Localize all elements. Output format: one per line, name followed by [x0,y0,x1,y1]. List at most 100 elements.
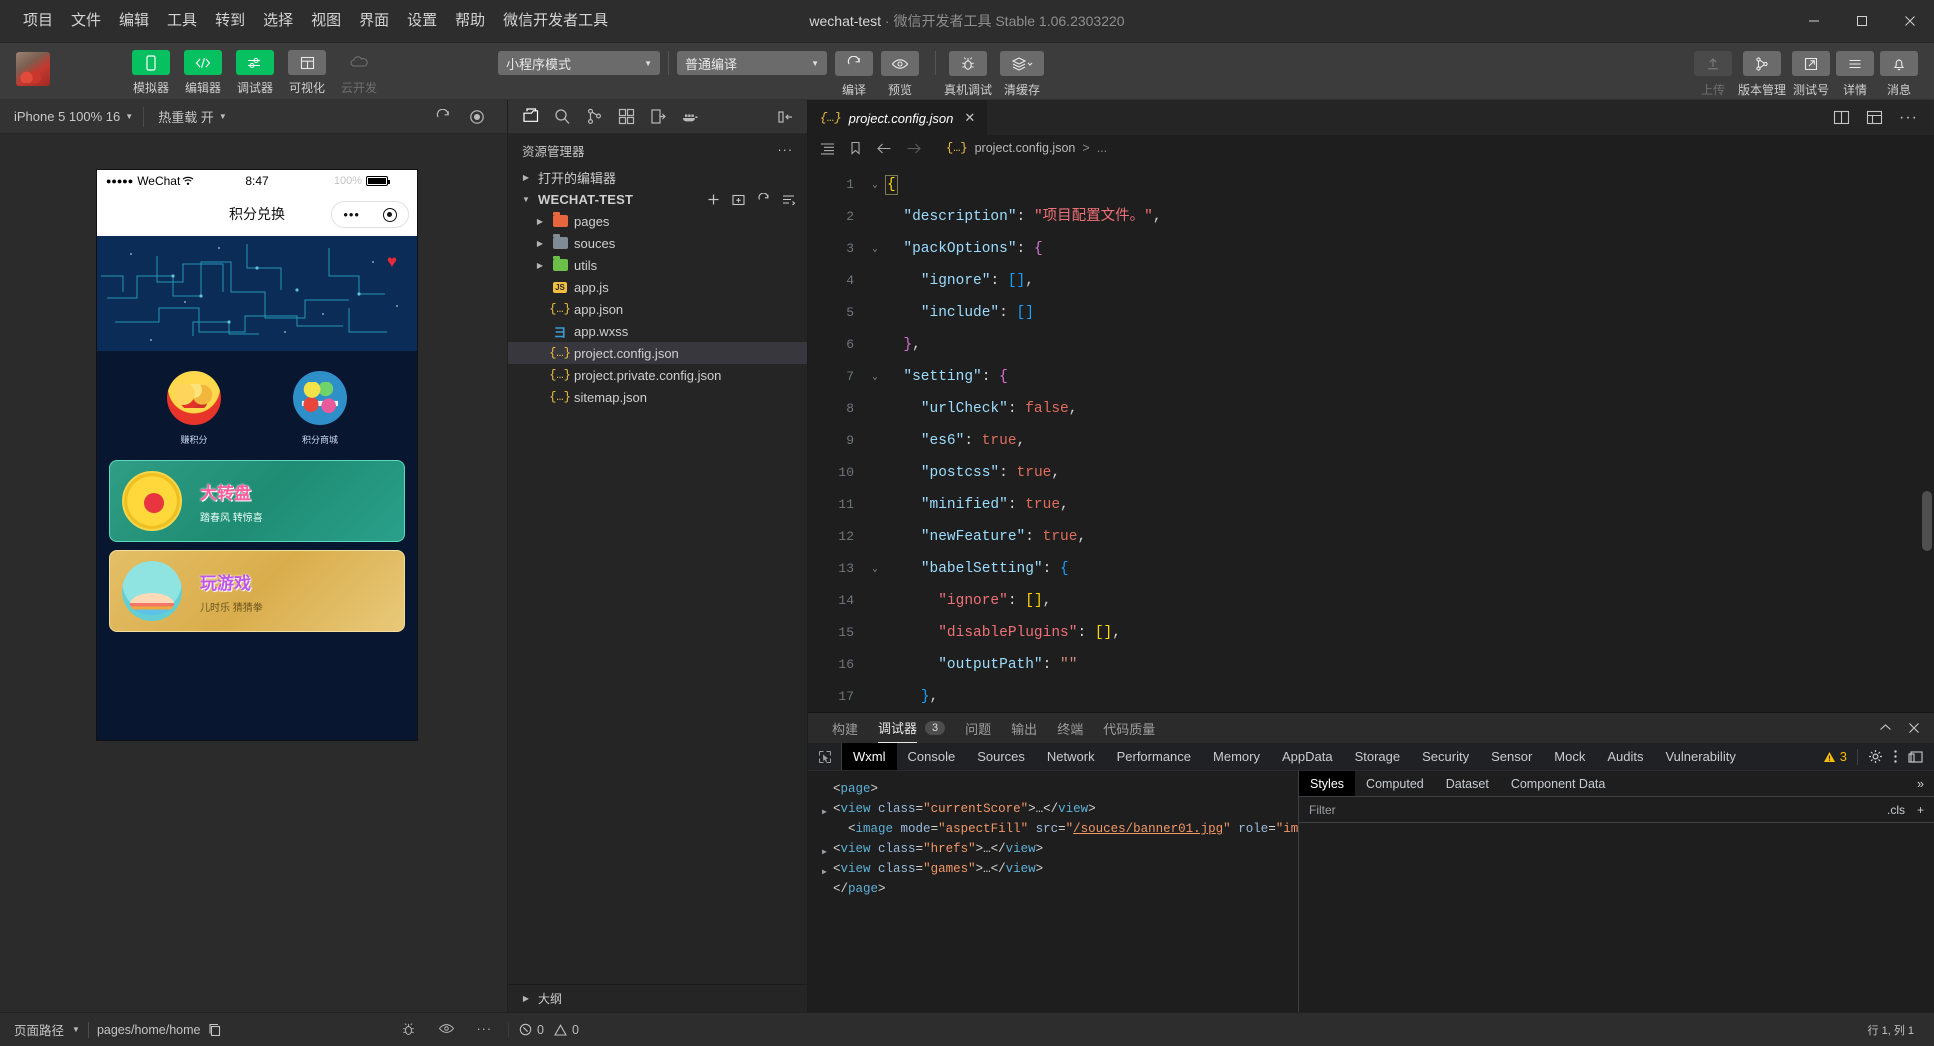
new-file-icon[interactable] [707,193,720,206]
cls-toggle[interactable]: .cls [1887,803,1905,817]
compile-select[interactable]: 普通编译 ▼ [677,51,827,75]
menu-item-select[interactable]: 选择 [254,8,302,34]
card-big-wheel[interactable]: 大转盘 踏春风 转惊喜 [109,460,405,542]
add-rule-icon[interactable]: + [1917,803,1924,817]
tree-item-pages[interactable]: ▶ pages [508,210,807,232]
wechat-capsule[interactable]: ••• [331,201,409,228]
realdevice-debug-action[interactable]: 真机调试 [944,43,992,98]
details-action[interactable]: 详情 [1836,43,1874,98]
styles-tab-computed[interactable]: Computed [1355,771,1435,796]
refresh-icon[interactable] [435,109,451,125]
tree-item-project-private-config-json[interactable]: {…} project.private.config.json [508,364,807,386]
version-control-action[interactable]: 版本管理 [1738,43,1786,98]
wxml-node[interactable]: ▶<page> [822,781,1298,801]
menu-item-goto[interactable]: 转到 [206,8,254,34]
menu-item-help[interactable]: 帮助 [446,8,494,34]
bookmark-icon[interactable] [849,141,862,155]
panel-tab-debugger[interactable]: 调试器 [878,713,917,743]
menu-item-tools[interactable]: 工具 [158,8,206,34]
chevron-up-icon[interactable] [1879,722,1892,734]
panel-tab-terminal[interactable]: 终端 [1057,719,1083,738]
devtools-tab-appdata[interactable]: AppData [1271,743,1344,770]
chevron-down-icon[interactable]: ⌄ [864,233,886,265]
editor-tab-project-config-json[interactable]: {…} project.config.json ✕ [808,100,987,135]
tree-item-utils[interactable]: ▶ utils [508,254,807,276]
devtools-tab-audits[interactable]: Audits [1596,743,1654,770]
toggle-simulator[interactable]: 模拟器 [128,43,174,96]
test-account-action[interactable]: 测试号 [1792,43,1830,98]
debug-icon[interactable] [642,100,674,134]
devtools-tab-wxml[interactable]: Wxml [842,743,897,770]
collapse-all-icon[interactable] [769,100,801,134]
project-root[interactable]: ▼ WECHAT-TEST [508,188,807,210]
status-badge[interactable]: 3 [1823,749,1847,764]
breadcrumb-tail[interactable]: ... [1097,141,1107,155]
close-button[interactable] [1886,0,1934,43]
breadcrumb-file[interactable]: project.config.json [975,141,1076,155]
menu-item-file[interactable]: 文件 [62,8,110,34]
gear-icon[interactable] [1868,749,1883,764]
wxml-node[interactable]: ▶<view class="currentScore">…</view> [822,801,1298,821]
devtools-tab-security[interactable]: Security [1411,743,1480,770]
tree-item-sitemap-json[interactable]: {…} sitemap.json [508,386,807,408]
tree-item-app-json[interactable]: {…} app.json [508,298,807,320]
open-editors-section[interactable]: ▶ 打开的编辑器 [508,166,807,188]
panel-tab-problems[interactable]: 问题 [965,719,991,738]
chevron-right-icon[interactable]: ▶ [822,841,833,861]
chevron-down-icon[interactable]: ⌄ [864,169,886,201]
devtools-tab-storage[interactable]: Storage [1344,743,1412,770]
outline-icon[interactable] [820,142,835,155]
copy-icon[interactable] [208,1023,222,1037]
panel-tab-output[interactable]: 输出 [1011,719,1037,738]
minimize-button[interactable] [1790,0,1838,43]
clear-cache-action[interactable]: 清缓存 [1000,43,1044,98]
refresh-icon[interactable] [757,193,770,206]
eye-icon[interactable] [438,1022,455,1037]
ellipsis-icon[interactable]: ··· [778,143,794,157]
files-icon[interactable] [514,100,546,134]
extensions-icon[interactable] [610,100,642,134]
code-editor-area[interactable]: 1⌄{2 "description": "项目配置文件。",3⌄ "packOp… [808,161,1934,712]
device-select[interactable]: iPhone 5 100% 16 ▼ [0,109,143,124]
card-play-game[interactable]: 玩游戏 儿时乐 猜猜拳 [109,550,405,632]
devtools-tab-vulnerability[interactable]: Vulnerability [1654,743,1746,770]
outline-section[interactable]: ▶ 大纲 [508,984,807,1012]
forward-arrow-icon[interactable] [906,142,922,155]
tree-item-app-js[interactable]: JS app.js [508,276,807,298]
new-folder-icon[interactable] [732,193,745,206]
editor-scrollbar[interactable] [1922,491,1932,551]
styles-tab-styles[interactable]: Styles [1299,771,1355,796]
collapse-icon[interactable] [782,193,795,206]
close-icon[interactable]: ✕ [964,110,975,126]
entry-earn-points[interactable]: 赚积分 [167,371,221,446]
devtools-tab-sources[interactable]: Sources [966,743,1036,770]
code-lines[interactable]: 1⌄{2 "description": "项目配置文件。",3⌄ "packOp… [808,161,1934,712]
bug-icon[interactable] [401,1022,416,1037]
wxml-node[interactable]: ▶</page> [822,881,1298,901]
heart-icon[interactable]: ♥ [387,252,397,272]
banner-image[interactable]: ♥ [97,236,417,351]
wxml-node[interactable]: ▶<view class="games">…</view> [822,861,1298,881]
chevron-down-icon[interactable]: ⌄ [864,361,886,393]
wxml-node[interactable]: ▶<view class="hrefs">…</view> [822,841,1298,861]
layout-icon[interactable] [1866,110,1883,125]
styles-tab-dataset[interactable]: Dataset [1435,771,1500,796]
devtools-tab-network[interactable]: Network [1036,743,1106,770]
page-path-label[interactable]: 页面路径 [14,1020,64,1039]
devtools-tab-performance[interactable]: Performance [1106,743,1202,770]
avatar[interactable] [16,52,50,86]
hot-reload-select[interactable]: 热重载 开 ▼ [144,107,237,126]
dock-icon[interactable] [1908,750,1924,764]
cursor-select-icon[interactable] [808,743,842,770]
devtools-tab-mock[interactable]: Mock [1543,743,1596,770]
styles-filter-input[interactable]: Filter [1309,803,1336,817]
toggle-editor[interactable]: 编辑器 [180,43,226,96]
styles-tab-component-data[interactable]: Component Data [1500,771,1617,796]
ellipsis-icon[interactable]: ··· [477,1022,493,1037]
kebab-menu-icon[interactable] [1893,749,1898,764]
toggle-visual[interactable]: 可视化 [284,43,330,96]
close-icon[interactable] [1908,722,1920,734]
messages-action[interactable]: 消息 [1880,43,1918,98]
split-editor-icon[interactable] [1833,110,1850,125]
menu-item-settings[interactable]: 设置 [398,8,446,34]
